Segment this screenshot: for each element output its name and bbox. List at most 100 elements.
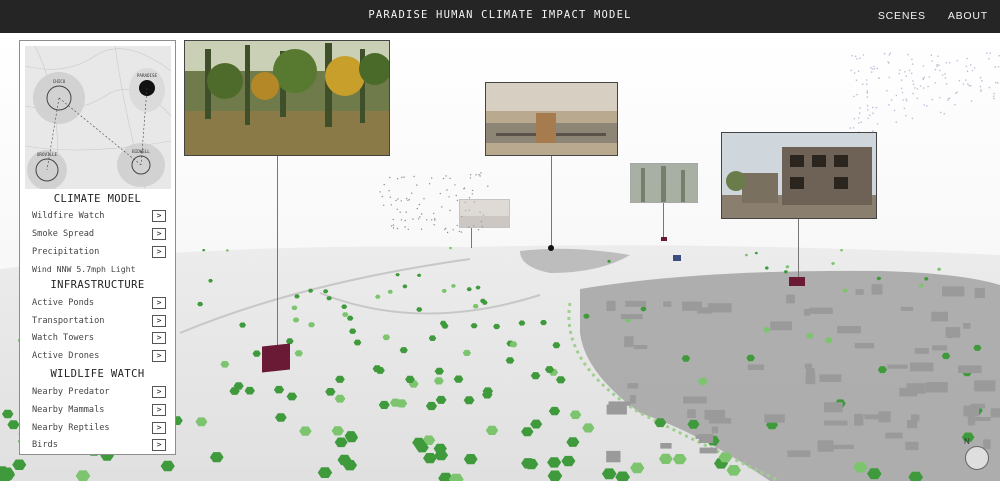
point-mark <box>900 87 903 90</box>
minimap-label: CHICO <box>53 79 66 84</box>
expand-button[interactable]: > <box>152 210 166 222</box>
point-mark <box>895 94 898 97</box>
row-transportation[interactable]: Transportation > <box>32 314 166 328</box>
point-mark <box>890 99 893 101</box>
point-mark <box>454 184 456 186</box>
point-mark <box>868 114 871 117</box>
row-wildfire-watch[interactable]: Wildfire Watch > <box>32 209 166 223</box>
nav-scenes[interactable]: SCENES <box>878 10 926 22</box>
expand-button[interactable]: > <box>152 350 166 362</box>
point-mark <box>390 225 393 227</box>
location-marker[interactable] <box>262 343 290 373</box>
point-mark <box>919 85 922 87</box>
row-label: Active Ponds <box>32 298 95 308</box>
point-mark <box>383 183 385 186</box>
expand-button[interactable]: > <box>152 228 166 240</box>
point-mark <box>854 55 857 57</box>
point-mark <box>379 191 381 193</box>
point-mark <box>980 89 982 91</box>
photo-card-river[interactable] <box>485 82 618 156</box>
building-mark <box>804 363 813 369</box>
row-smoke-spread[interactable]: Smoke Spread > <box>32 227 166 241</box>
row-nearby-reptiles[interactable]: Nearby Reptiles > <box>32 421 166 435</box>
point-mark <box>968 84 970 87</box>
app-title: PARADISE HUMAN CLIMATE IMPACT MODEL <box>368 9 632 21</box>
point-mark <box>930 54 933 56</box>
point-mark <box>870 66 872 69</box>
point-mark <box>389 176 391 179</box>
point-mark <box>412 218 414 220</box>
location-marker[interactable] <box>661 237 667 241</box>
point-mark <box>893 109 896 112</box>
point-mark <box>396 227 399 230</box>
point-mark <box>463 188 465 190</box>
pin-line <box>277 156 278 354</box>
point-mark <box>452 229 454 231</box>
photo-card-trees[interactable] <box>630 163 698 203</box>
point-mark <box>888 76 890 79</box>
row-precipitation[interactable]: Precipitation > <box>32 245 166 259</box>
row-active-ponds[interactable]: Active Ponds > <box>32 296 166 310</box>
building-mark <box>855 289 864 295</box>
point-mark <box>904 71 906 73</box>
row-birds[interactable]: Birds > <box>32 438 166 452</box>
building-mark <box>864 414 884 420</box>
expand-button[interactable]: > <box>152 386 166 398</box>
expand-button[interactable]: > <box>152 439 166 451</box>
point-mark <box>855 79 858 81</box>
point-mark <box>396 208 398 210</box>
building-mark <box>990 408 1000 418</box>
nav-about[interactable]: ABOUT <box>948 10 988 22</box>
point-mark <box>926 105 928 107</box>
row-label: Precipitation <box>32 247 100 257</box>
point-mark <box>875 106 878 109</box>
compass-icon[interactable] <box>965 446 989 470</box>
point-mark <box>993 97 995 100</box>
point-mark <box>395 199 397 202</box>
photo-card-small[interactable] <box>459 199 510 228</box>
row-nearby-mammals[interactable]: Nearby Mammals > <box>32 403 166 417</box>
expand-button[interactable]: > <box>152 246 166 258</box>
drone-marker[interactable] <box>673 255 681 261</box>
location-marker[interactable] <box>789 277 805 286</box>
point-mark <box>396 178 399 180</box>
point-mark <box>862 83 864 85</box>
point-mark <box>431 219 433 221</box>
building-mark <box>932 345 948 351</box>
photo-card-forest[interactable] <box>184 40 390 156</box>
photo-card-housing[interactable] <box>721 132 877 219</box>
row-watch-towers[interactable]: Watch Towers > <box>32 331 166 345</box>
expand-button[interactable]: > <box>152 422 166 434</box>
building-mark <box>747 364 765 370</box>
point-mark <box>922 77 924 80</box>
building-mark <box>633 345 648 350</box>
building-mark <box>885 432 903 439</box>
building-mark <box>910 414 920 422</box>
point-mark <box>923 76 926 79</box>
building-mark <box>942 286 965 297</box>
building-mark <box>663 301 672 307</box>
point-mark <box>931 60 934 62</box>
building-mark <box>824 420 848 426</box>
row-label: Smoke Spread <box>32 229 95 239</box>
point-mark <box>939 69 941 72</box>
point-mark <box>981 79 983 82</box>
row-active-drones[interactable]: Active Drones > <box>32 349 166 363</box>
pin-line <box>798 219 799 277</box>
building-mark <box>974 380 996 392</box>
expand-button[interactable]: > <box>152 404 166 416</box>
location-marker[interactable] <box>548 245 554 251</box>
minimap[interactable]: CHICO PARADISE OROVILLE BIDWELL <box>25 46 171 189</box>
point-mark <box>392 224 395 226</box>
point-mark <box>947 99 949 102</box>
point-mark <box>948 97 951 100</box>
point-mark <box>928 76 931 78</box>
expand-button[interactable]: > <box>152 315 166 327</box>
expand-button[interactable]: > <box>152 297 166 309</box>
point-mark <box>389 196 391 198</box>
building-mark <box>854 343 875 349</box>
expand-button[interactable]: > <box>152 332 166 344</box>
point-mark <box>997 66 1000 68</box>
row-label: Watch Towers <box>32 333 95 343</box>
row-nearby-predator[interactable]: Nearby Predator > <box>32 385 166 399</box>
